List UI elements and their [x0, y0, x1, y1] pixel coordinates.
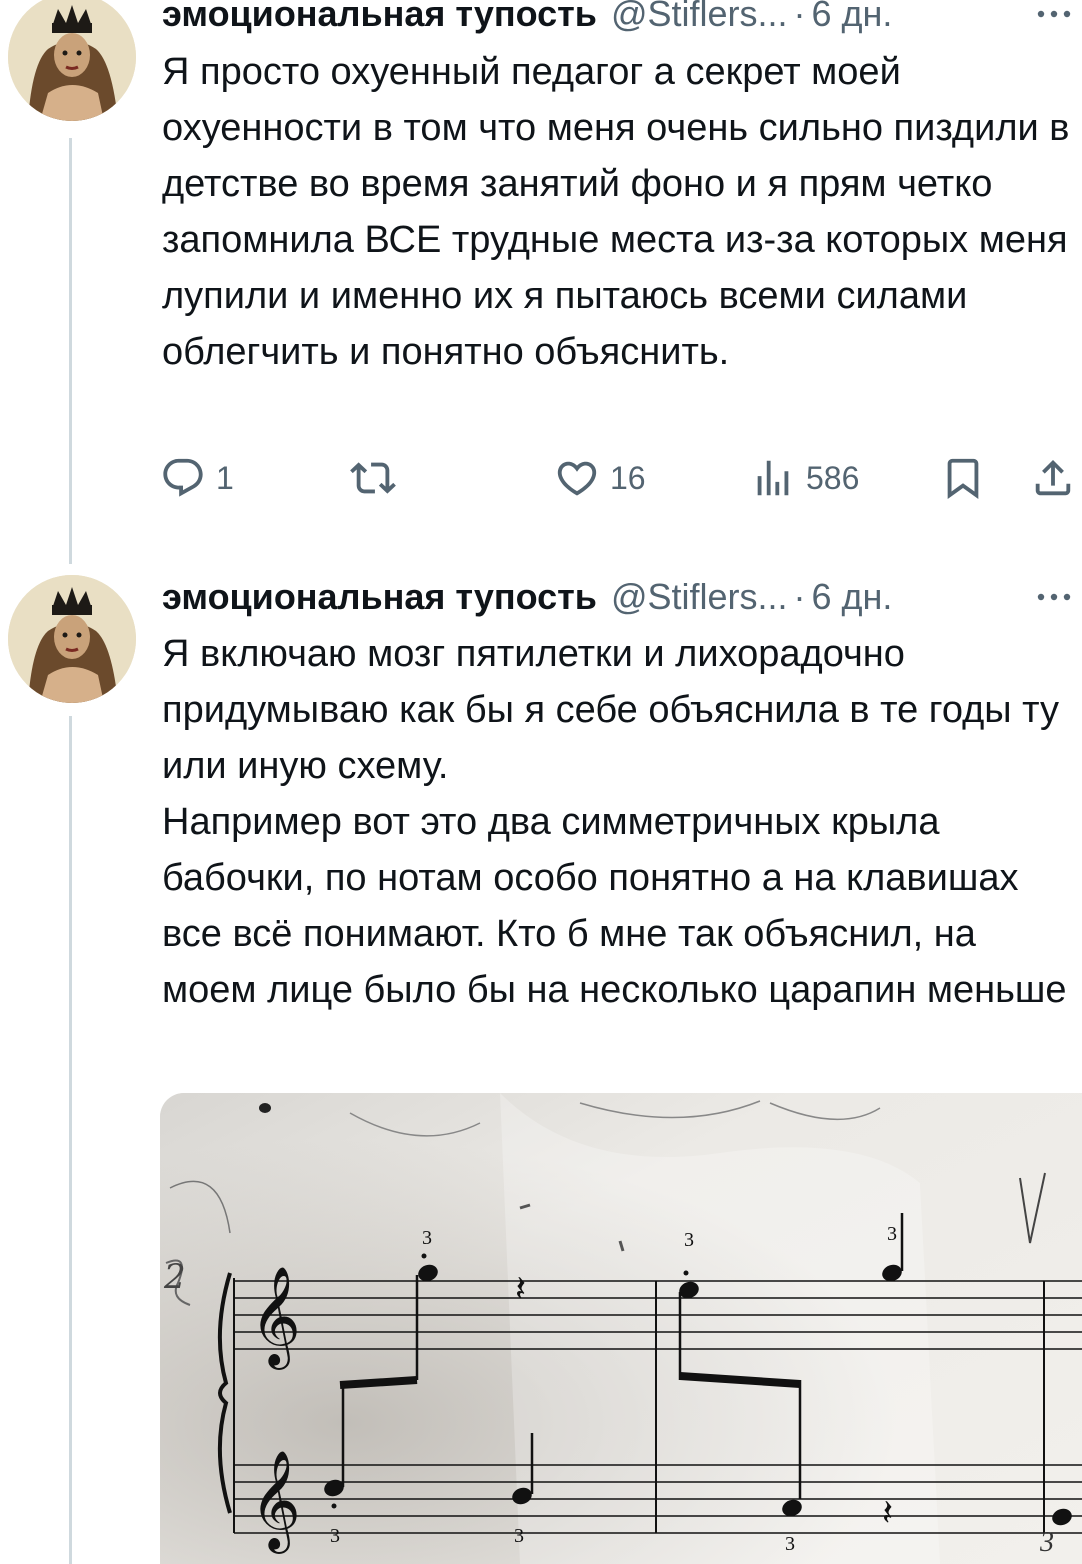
share-icon — [1035, 459, 1071, 496]
bookmark-button[interactable] — [940, 448, 986, 508]
more-button[interactable] — [1032, 575, 1076, 619]
timestamp[interactable]: 6 дн. — [812, 575, 893, 619]
fingering-mark: 3 — [422, 1227, 432, 1249]
fingering-mark: 3 — [514, 1525, 524, 1547]
separator-dot: · — [793, 0, 806, 34]
avatar[interactable] — [8, 575, 136, 703]
svg-text:𝄽: 𝄽 — [515, 1269, 526, 1310]
author-name[interactable]: эмоциональная тупость — [162, 575, 597, 619]
reply-icon — [163, 458, 203, 497]
repost-button[interactable] — [350, 448, 396, 508]
timestamp[interactable]: 6 дн. — [812, 0, 893, 36]
more-button[interactable] — [1032, 0, 1076, 36]
tweet-paragraph-2: Например вот это два симметричных крыла … — [162, 801, 1067, 1011]
tweet-actions: 1 16 586 — [160, 448, 1082, 508]
fingering-mark: 3 — [1040, 1527, 1054, 1558]
author-handle[interactable]: @Stiflers... — [611, 575, 788, 619]
fingering-mark: 3 — [785, 1533, 795, 1555]
thread-line-1 — [69, 138, 72, 564]
fingering-mark: 3 — [330, 1525, 340, 1547]
tweet-header: эмоциональная тупость @Stiflers... · 6 д… — [162, 0, 892, 36]
reply-button[interactable]: 1 — [160, 448, 234, 508]
tweet-paragraph-1: Я включаю мозг пятилетки и лихорадочно п… — [162, 633, 1060, 787]
handwritten-mark: 2 — [164, 1257, 186, 1297]
svg-text:𝄞: 𝄞 — [250, 1450, 301, 1554]
tweet-header: эмоциональная тупость @Stiflers... · 6 д… — [162, 575, 892, 619]
author-name[interactable]: эмоциональная тупость — [162, 0, 597, 36]
tweet-text: Я просто охуенный педагог а секрет моей … — [162, 44, 1072, 380]
author-handle[interactable]: @Stiflers... — [611, 0, 788, 36]
like-count: 16 — [610, 459, 646, 496]
more-icon — [1037, 10, 1071, 18]
avatar[interactable] — [8, 0, 136, 121]
fingering-mark: 3 — [684, 1229, 694, 1251]
tweet-body: Я просто охуенный педагог а секрет моей … — [162, 51, 1070, 373]
fingering-mark: 3 — [887, 1223, 897, 1245]
avatar-image-icon — [8, 575, 136, 703]
views-count: 586 — [806, 459, 860, 496]
views-button[interactable]: 586 — [750, 448, 859, 508]
bookmark-icon — [947, 458, 979, 499]
reply-count: 1 — [216, 459, 234, 496]
tweet-text: Я включаю мозг пятилетки и лихорадочно п… — [162, 626, 1072, 1018]
heart-icon — [557, 461, 597, 496]
repost-icon — [350, 462, 396, 494]
separator-dot: · — [793, 576, 806, 617]
thread-line-2 — [69, 716, 72, 1564]
share-button[interactable] — [1030, 448, 1076, 508]
svg-text:𝄞: 𝄞 — [250, 1266, 301, 1370]
svg-text:𝄽: 𝄽 — [882, 1493, 893, 1534]
views-icon — [757, 460, 789, 496]
tweet-photo[interactable]: 𝄞 𝄞 𝄽 𝄽 3 3 3 3 3 3 3 2 — [160, 1093, 1082, 1564]
more-icon — [1037, 593, 1071, 601]
sheet-music-photo: 𝄞 𝄞 𝄽 𝄽 — [160, 1093, 1082, 1564]
avatar-image-icon — [8, 0, 136, 121]
like-button[interactable]: 16 — [554, 448, 646, 508]
